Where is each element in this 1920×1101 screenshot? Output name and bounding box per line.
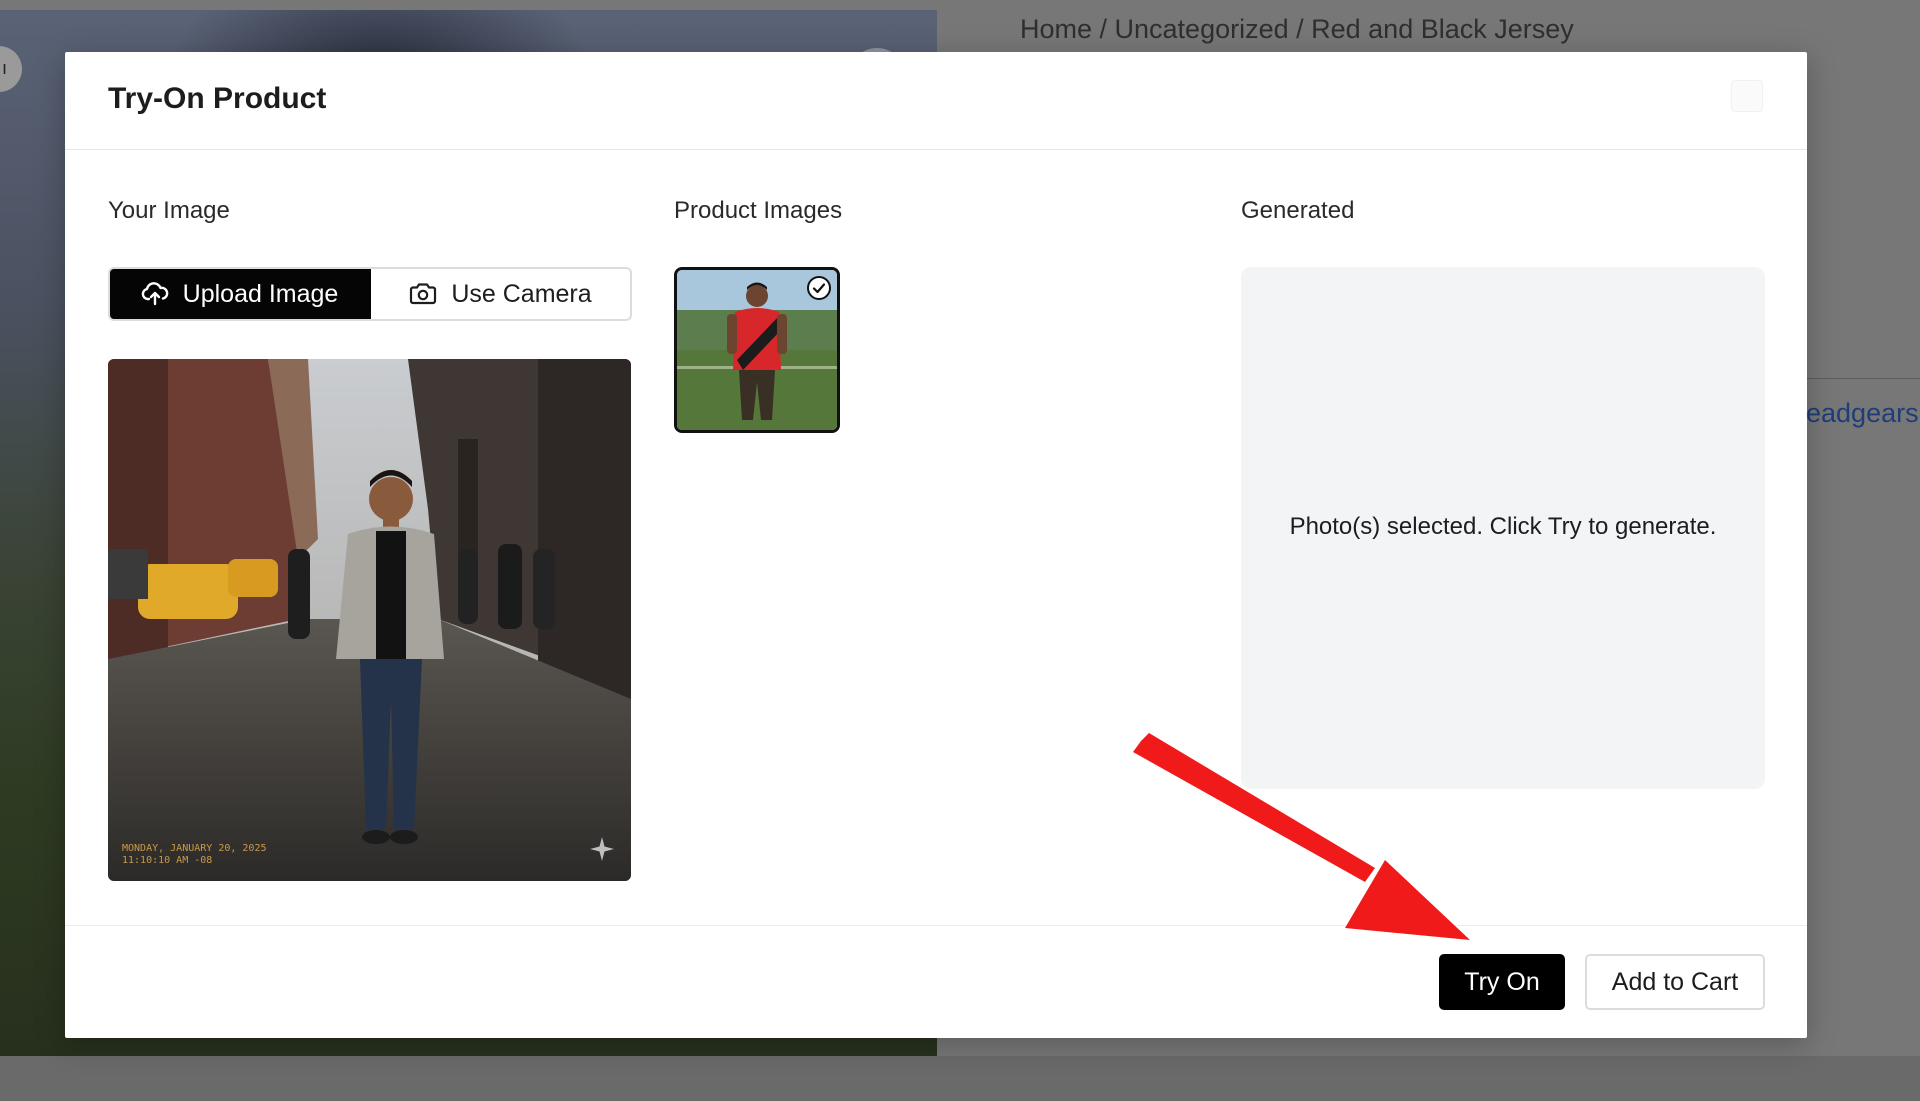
product-images-label: Product Images — [674, 197, 843, 224]
upload-image-button[interactable]: Upload Image — [110, 269, 371, 319]
use-camera-button[interactable]: Use Camera — [371, 269, 630, 319]
check-circle-icon — [807, 276, 831, 300]
generated-label: Generated — [1241, 197, 1355, 224]
add-to-cart-button[interactable]: Add to Cart — [1585, 954, 1765, 1010]
cloud-upload-icon — [141, 282, 169, 306]
photo-date-stamp: MONDAY, JANUARY 20, 2025 11:10:10 AM -08 — [122, 843, 267, 867]
background-divider — [1806, 378, 1920, 379]
background-left-tab-glyph: ı — [2, 58, 8, 78]
user-uploaded-photo: MONDAY, JANUARY 20, 2025 11:10:10 AM -08 — [108, 359, 631, 881]
your-image-label: Your Image — [108, 197, 230, 224]
upload-image-label: Upload Image — [182, 279, 339, 308]
breadcrumb: Home / Uncategorized / Red and Black Jer… — [1020, 14, 1574, 44]
modal-title: Try-On Product — [108, 82, 327, 115]
product-image-thumbnail[interactable] — [674, 267, 840, 433]
footer-divider — [65, 925, 1807, 926]
generated-status-message: Photo(s) selected. Click Try to generate… — [1289, 513, 1717, 540]
camera-icon — [409, 283, 437, 305]
sparkle-icon — [589, 836, 615, 867]
background-bottom-strip — [0, 1056, 1920, 1101]
generated-preview-panel: Photo(s) selected. Click Try to generate… — [1241, 267, 1765, 789]
photo-date-stamp-line2: 11:10:10 AM -08 — [122, 855, 213, 866]
modal-header: Try-On Product — [65, 52, 1807, 150]
background-category-link: eadgears — [1806, 398, 1919, 428]
image-source-toggle: Upload Image Use Camera — [108, 267, 632, 321]
photo-date-stamp-line1: MONDAY, JANUARY 20, 2025 — [122, 843, 267, 854]
try-on-modal: Try-On Product Your Image Upload Image U… — [65, 52, 1807, 1038]
close-button[interactable] — [1731, 80, 1763, 112]
use-camera-label: Use Camera — [451, 279, 592, 308]
try-on-button[interactable]: Try On — [1439, 954, 1565, 1010]
